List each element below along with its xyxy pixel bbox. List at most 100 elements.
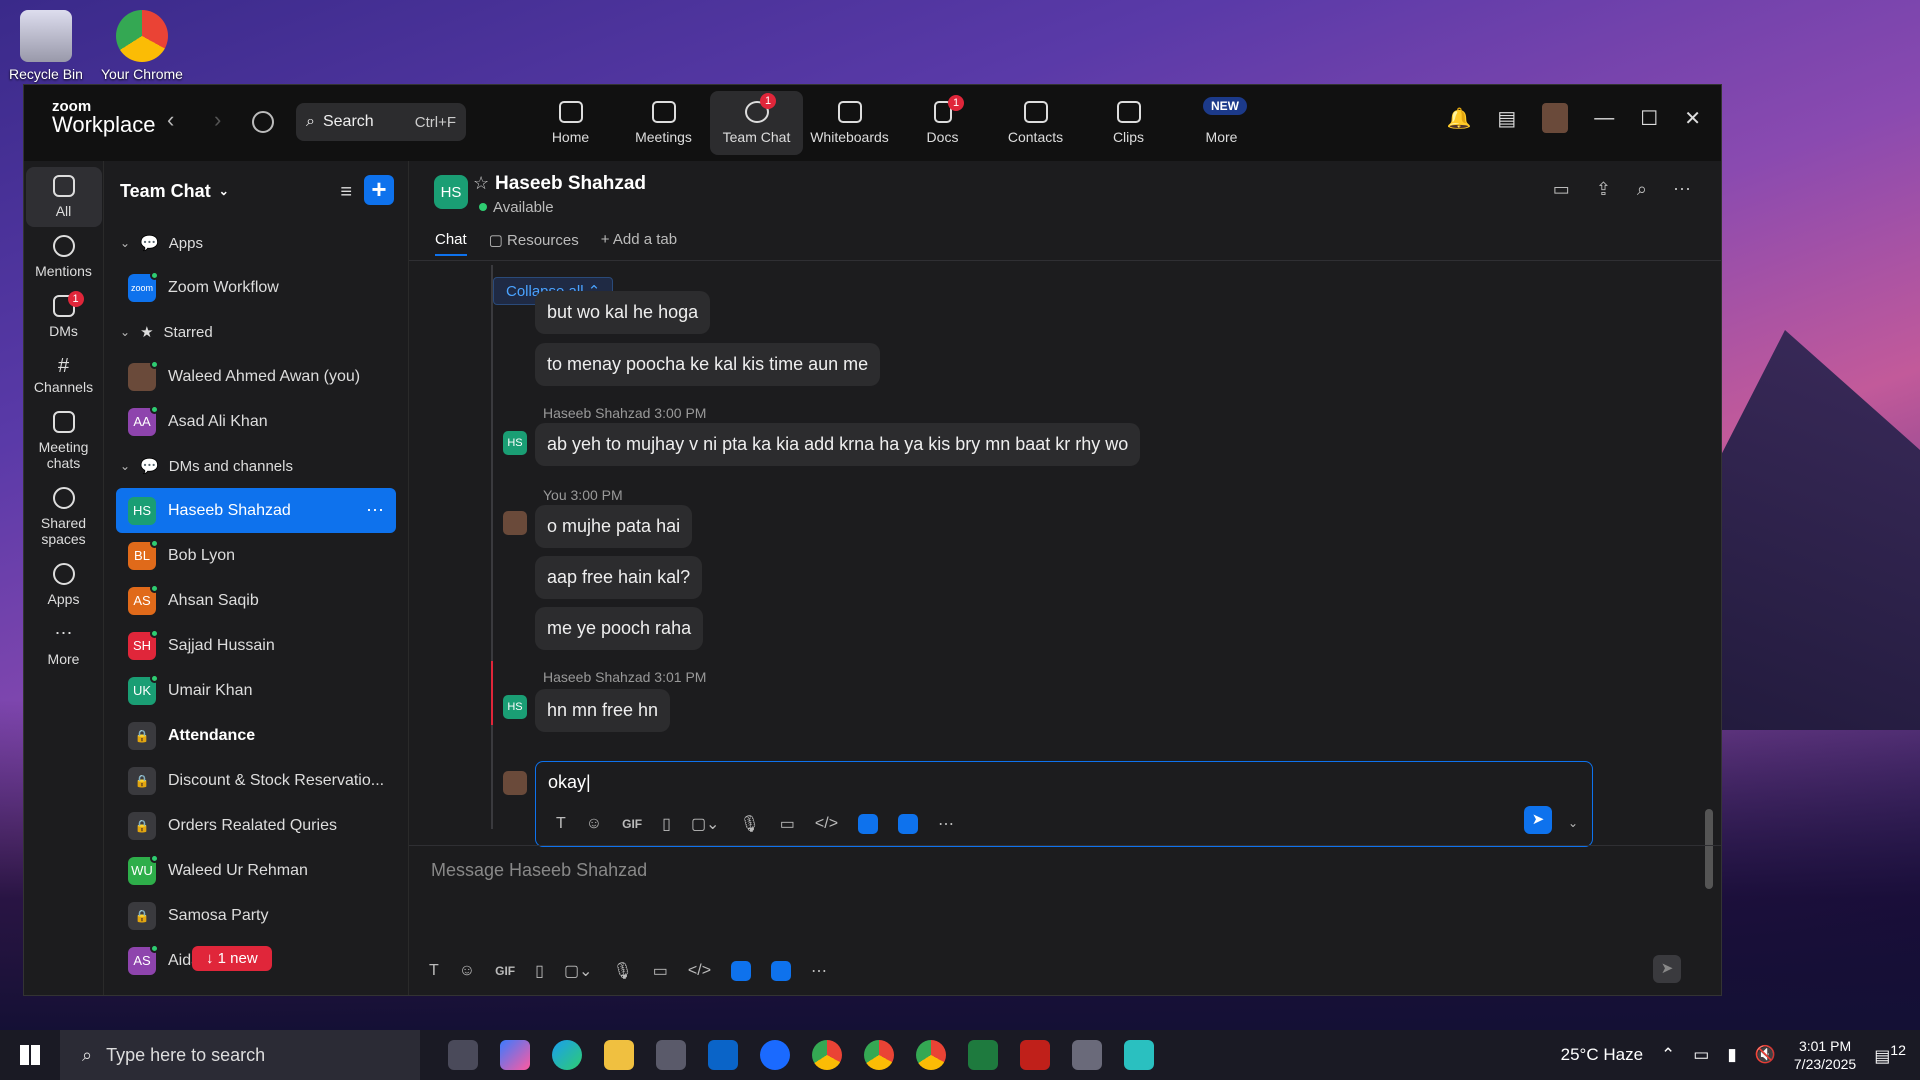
emoji-icon[interactable]: ☺ <box>459 962 475 980</box>
list-item-active[interactable]: HS Haseeb Shahzad ⋯ <box>116 488 396 533</box>
file-icon[interactable]: ▯ <box>535 961 544 981</box>
app-icon[interactable] <box>1124 1040 1154 1070</box>
edge-icon[interactable] <box>552 1040 582 1070</box>
history-icon[interactable] <box>252 111 274 133</box>
rail-mentions[interactable]: Mentions <box>26 227 102 287</box>
video-message-icon[interactable]: ▭ <box>780 814 795 834</box>
app-icon[interactable] <box>771 961 792 981</box>
gif-button[interactable]: GIF <box>495 964 515 978</box>
chrome-icon[interactable] <box>916 1040 946 1070</box>
list-item[interactable]: 🔒 Orders Realated Quries <box>104 803 408 848</box>
copilot-icon[interactable] <box>500 1040 530 1070</box>
list-item[interactable]: AA Asad Ali Khan <box>104 399 408 444</box>
file-explorer-icon[interactable] <box>604 1040 634 1070</box>
taskbar-search[interactable]: ⌕ Type here to search <box>60 1030 420 1080</box>
battery-icon[interactable]: ▮ <box>1727 1045 1736 1065</box>
section-apps[interactable]: ⌄ 💬 Apps <box>104 221 408 265</box>
tab-chat[interactable]: Chat <box>435 231 467 256</box>
message-bubble[interactable]: but wo kal he hoga <box>535 291 711 334</box>
store-icon[interactable] <box>656 1040 686 1070</box>
star-icon[interactable]: ☆ <box>473 173 489 194</box>
gif-button[interactable]: GIF <box>622 817 642 831</box>
message-bubble[interactable]: aap free hain kal? <box>535 556 703 599</box>
code-icon[interactable]: </> <box>815 815 838 833</box>
rail-shared-spaces[interactable]: Shared spaces <box>26 479 102 555</box>
section-dms[interactable]: ⌄ 💬 DMs and channels <box>104 444 408 488</box>
nav-clips[interactable]: Clips <box>1082 85 1175 161</box>
nav-team-chat[interactable]: Team Chat 1 <box>710 91 803 155</box>
chrome-icon[interactable] <box>812 1040 842 1070</box>
nav-docs[interactable]: Docs 1 <box>896 85 989 161</box>
emoji-icon[interactable]: ☺ <box>586 815 602 833</box>
more-dots-icon[interactable]: ⋯ <box>811 961 827 981</box>
zoom-taskbar-icon[interactable] <box>760 1040 790 1070</box>
reply-composer[interactable]: okay| T ☺ GIF ▯ ▢⌄ 🎙 ▭ </> ⋯ ➤ ⌄ <box>535 761 1593 847</box>
message-bubble[interactable]: me ye pooch raha <box>535 607 704 650</box>
filezilla-icon[interactable] <box>1020 1040 1050 1070</box>
send-button[interactable]: ➤ <box>1524 806 1552 834</box>
code-icon[interactable]: </> <box>688 962 711 980</box>
list-item[interactable]: zoom Zoom Workflow <box>104 265 408 310</box>
message-input[interactable]: Message Haseeb Shahzad <box>431 860 647 881</box>
video-call-icon[interactable]: ▭ <box>1553 179 1570 200</box>
notification-icon[interactable]: ▤12 <box>1874 1043 1906 1067</box>
message-bubble[interactable]: ab yeh to mujhay v ni pta ka kia add krn… <box>535 423 1141 466</box>
chrome-icon[interactable] <box>864 1040 894 1070</box>
list-item[interactable]: 🔒 Samosa Party <box>104 893 408 938</box>
nav-contacts[interactable]: Contacts <box>989 85 1082 161</box>
excel-icon[interactable] <box>968 1040 998 1070</box>
screenshot-icon[interactable]: ▢⌄ <box>691 814 720 834</box>
chevron-up-icon[interactable]: ⌃ <box>1661 1045 1675 1065</box>
file-icon[interactable]: ▯ <box>662 814 671 834</box>
close-icon[interactable]: ✕ <box>1684 106 1701 131</box>
rail-apps[interactable]: Apps <box>26 555 102 615</box>
calendar-icon[interactable]: ▤ <box>1497 106 1516 131</box>
message-bubble[interactable]: hn mn free hn <box>535 689 671 732</box>
chrome-desktop-icon[interactable]: Your Chrome <box>92 10 192 82</box>
new-messages-pill[interactable]: ↓ 1 new <box>192 946 272 971</box>
rail-more[interactable]: ⋯ More <box>26 615 102 675</box>
nav-meetings[interactable]: Meetings <box>617 85 710 161</box>
sidebar-title[interactable]: Team Chat <box>120 181 211 202</box>
share-screen-icon[interactable]: ⇪ <box>1596 179 1611 200</box>
profile-avatar[interactable] <box>1542 103 1569 133</box>
rail-dms[interactable]: DMs 1 <box>26 287 102 347</box>
volume-icon[interactable]: 🔇 <box>1755 1045 1776 1065</box>
minimize-icon[interactable]: — <box>1594 107 1614 130</box>
list-item[interactable]: UK Umair Khan <box>104 668 408 713</box>
message-bubble[interactable]: o mujhe pata hai <box>535 505 693 548</box>
contact-avatar[interactable]: HS <box>434 175 468 209</box>
recycle-bin-desktop-icon[interactable]: Recycle Bin <box>0 10 96 82</box>
more-dots-icon[interactable]: ⋯ <box>938 814 954 834</box>
tab-add[interactable]: + Add a tab <box>601 231 677 256</box>
video-message-icon[interactable]: ▭ <box>653 961 668 981</box>
more-options-icon[interactable]: ⋯ <box>1673 179 1691 200</box>
text-format-icon[interactable]: T <box>556 815 566 833</box>
rail-channels[interactable]: # Channels <box>26 347 102 403</box>
text-format-icon[interactable]: T <box>429 962 439 980</box>
search-icon[interactable]: ⌕ <box>1637 179 1647 200</box>
list-item[interactable]: AS Aidan ↓ 1 new <box>104 938 408 983</box>
rail-meeting-chats[interactable]: Meeting chats <box>26 403 102 479</box>
screenshot-icon[interactable]: ▢⌄ <box>564 961 593 981</box>
network-icon[interactable]: ▭ <box>1693 1045 1709 1065</box>
rail-all[interactable]: All <box>25 167 102 227</box>
calculator-icon[interactable] <box>1072 1040 1102 1070</box>
microphone-icon[interactable]: 🎙 <box>612 961 632 981</box>
list-item[interactable]: WU Waleed Ur Rehman <box>104 848 408 893</box>
app-icon[interactable] <box>898 814 919 834</box>
more-options-icon[interactable]: ⋯ <box>366 500 384 521</box>
bell-icon[interactable]: 🔔 <box>1446 106 1471 131</box>
back-arrow-icon[interactable]: ‹ <box>167 107 174 133</box>
tab-resources[interactable]: ▢ Resources <box>489 231 579 256</box>
send-button[interactable]: ➤ <box>1653 955 1681 983</box>
search-box[interactable]: ⌕ Search Ctrl+F <box>296 103 466 141</box>
list-item[interactable]: 🔒 Discount & Stock Reservatio... <box>104 758 408 803</box>
nav-more[interactable]: More NEW <box>1175 85 1268 161</box>
filter-icon[interactable]: ≡ <box>340 181 352 204</box>
new-chat-button[interactable]: + <box>364 175 394 205</box>
maximize-icon[interactable]: ☐ <box>1640 106 1658 131</box>
start-button[interactable] <box>0 1030 60 1080</box>
message-composer[interactable]: Message Haseeb Shahzad T ☺ GIF ▯ ▢⌄ 🎙 ▭ … <box>409 845 1721 995</box>
microphone-icon[interactable]: 🎙 <box>739 814 759 834</box>
